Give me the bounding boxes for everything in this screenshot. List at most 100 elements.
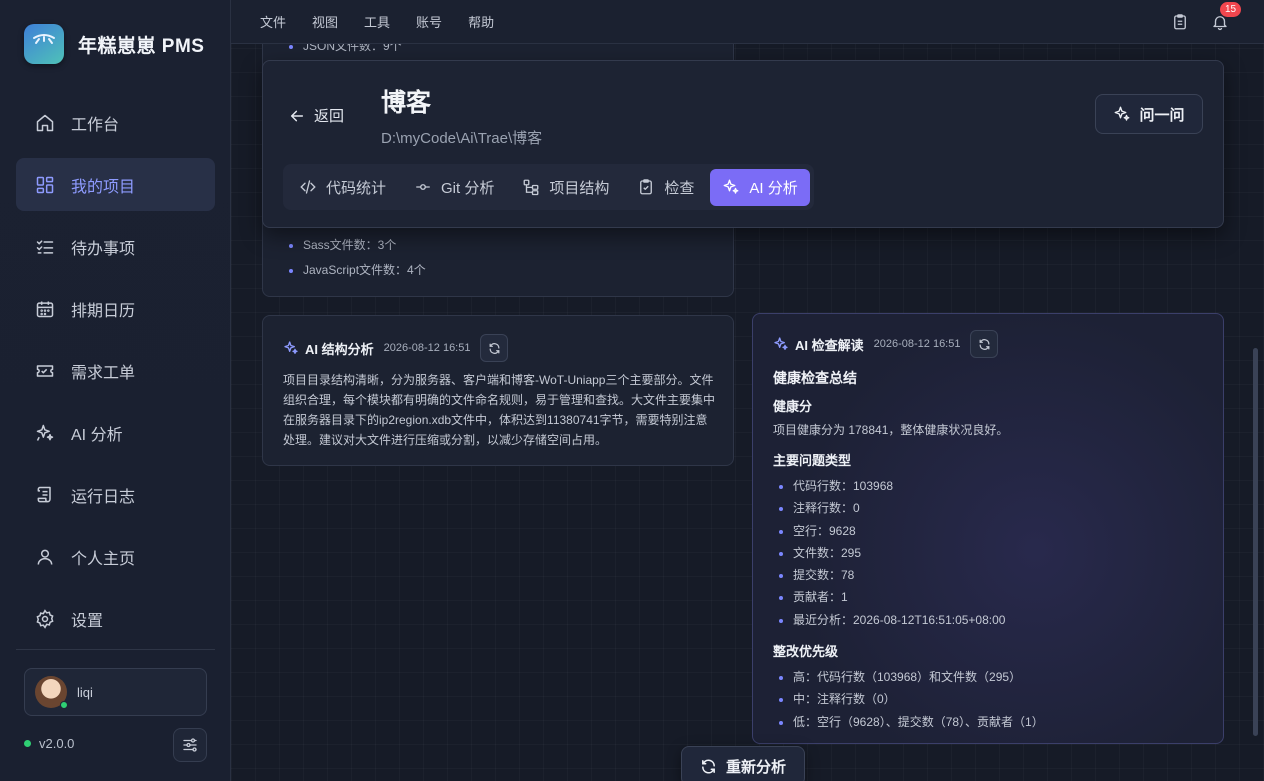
file-count-list: Sass文件数：3个 JavaScript文件数：4个 xyxy=(303,236,426,286)
sidebar-item-logs[interactable]: 运行日志 xyxy=(16,468,215,521)
reanalyze-button[interactable]: 重新分析 xyxy=(681,746,805,781)
sidebar-item-settings[interactable]: 设置 xyxy=(16,592,215,645)
scrollbar[interactable] xyxy=(1253,50,1258,775)
sparkles-icon xyxy=(723,179,739,194)
version-indicator: v2.0.0 xyxy=(24,736,74,751)
menu-view[interactable]: 视图 xyxy=(312,12,338,31)
notifications-button[interactable]: 15 xyxy=(1208,2,1242,34)
top-menu-bar: 文件 视图 工具 账号 帮助 15 xyxy=(231,0,1264,44)
sidebar-item-calendar[interactable]: 排期日历 xyxy=(16,282,215,335)
sidebar-divider xyxy=(16,649,215,650)
reanalyze-label: 重新分析 xyxy=(725,758,786,776)
refresh-button[interactable] xyxy=(480,334,509,362)
list-item: Sass文件数：3个 xyxy=(303,236,426,253)
user-icon xyxy=(35,547,55,567)
tab-code-stats[interactable]: 代码统计 xyxy=(287,169,398,206)
refresh-icon xyxy=(979,338,990,350)
tab-label: Git 分析 xyxy=(441,179,495,197)
sidebar-item-label: 需求工单 xyxy=(71,364,136,382)
clipboard-button[interactable] xyxy=(1168,10,1192,34)
sidebar-item-label: 运行日志 xyxy=(71,488,136,506)
priority-title: 整改优先级 xyxy=(773,644,839,660)
git-commit-icon xyxy=(416,184,430,190)
card-header: AI 结构分析 2026-08-12 16:51 xyxy=(283,334,509,362)
card-timestamp: 2026-08-12 16:51 xyxy=(383,342,471,354)
sidebar-item-workbench[interactable]: 工作台 xyxy=(16,96,215,149)
sidebar-item-tickets[interactable]: 需求工单 xyxy=(16,344,215,397)
sidebar-item-label: 待办事项 xyxy=(71,240,136,258)
list-item: 代码行数：103968 xyxy=(793,475,1205,497)
card-header: AI 检查解读 2026-08-12 16:51 xyxy=(773,330,999,358)
gear-icon xyxy=(35,608,55,629)
tab-ai-analysis[interactable]: AI 分析 xyxy=(710,168,810,206)
project-tabs: 代码统计 Git 分析 项目结构 检查 AI 分析 xyxy=(283,164,814,210)
ai-check-card: AI 检查解读 2026-08-12 16:51 健康检查总结 健康分 项目健康… xyxy=(752,313,1224,744)
list-item: 低：空行（9628）、提交数（78）、贡献者（1） xyxy=(793,711,1205,733)
sidebar: 年糕崽崽 PMS 工作台 我的项目 待办事项 排期日历 需求工单 AI 分析 运… xyxy=(0,0,231,781)
clipboard-icon xyxy=(1174,14,1186,30)
sidebar-item-label: 排期日历 xyxy=(71,302,136,320)
tab-project-structure[interactable]: 项目结构 xyxy=(510,169,621,206)
ask-button[interactable]: 问一问 xyxy=(1095,94,1203,134)
home-icon xyxy=(35,113,55,133)
sparkles-icon xyxy=(1115,106,1130,121)
project-header: 返回 博客 D:\myCode\Ai\Trae\博客 问一问 代码统计 Git … xyxy=(262,60,1224,228)
sidebar-item-profile[interactable]: 个人主页 xyxy=(16,530,215,583)
menu-tools[interactable]: 工具 xyxy=(364,12,390,31)
status-dot xyxy=(24,740,31,747)
analysis-text: 项目目录结构清晰，分为服务器、客户端和博客-WoT-Uniapp三个主要部分。文… xyxy=(283,373,716,447)
refresh-icon xyxy=(489,342,500,354)
preferences-button[interactable] xyxy=(173,728,207,762)
check-report: 健康检查总结 健康分 项目健康分为 178841，整体健康状况良好。 主要问题类… xyxy=(773,368,1205,743)
tab-label: 代码统计 xyxy=(326,179,387,197)
list-item: 注释行数：0 xyxy=(793,497,1205,519)
clipboard-check-icon xyxy=(640,179,653,195)
app-name: 年糕崽崽 PMS xyxy=(78,35,205,57)
ask-label: 问一问 xyxy=(1139,106,1185,124)
notification-badge: 15 xyxy=(1220,2,1242,17)
refresh-button[interactable] xyxy=(970,330,999,358)
list-item: 最近分析：2026-08-12T16:51:05+08:00 xyxy=(793,609,1205,631)
list-item: 高：代码行数（103968）和文件数（295） xyxy=(793,666,1205,688)
card-title: AI 结构分析 xyxy=(305,341,374,357)
menu-account[interactable]: 账号 xyxy=(416,12,442,31)
issues-list: 代码行数：103968 注释行数：0 空行：9628 文件数：295 提交数：7… xyxy=(773,475,1205,631)
user-card[interactable]: liqi xyxy=(24,668,207,716)
grid-icon xyxy=(35,175,55,195)
sidebar-item-label: 个人主页 xyxy=(71,550,136,568)
health-title: 健康分 xyxy=(773,399,813,414)
tab-git-analysis[interactable]: Git 分析 xyxy=(402,169,506,206)
sidebar-item-label: 设置 xyxy=(71,612,104,630)
list-item: 文件数：295 xyxy=(793,542,1205,564)
scrollbar-thumb[interactable] xyxy=(1253,348,1258,736)
user-name: liqi xyxy=(77,684,93,700)
sidebar-item-label: 我的项目 xyxy=(71,178,136,196)
app-logo-icon xyxy=(24,24,64,64)
sidebar-item-ai-analysis[interactable]: AI 分析 xyxy=(16,406,215,459)
code-icon xyxy=(300,180,316,194)
sidebar-nav: 工作台 我的项目 待办事项 排期日历 需求工单 AI 分析 运行日志 个人主页 … xyxy=(16,96,215,654)
sparkles-icon xyxy=(35,423,55,443)
project-title: 博客 xyxy=(381,89,432,117)
main-content: 文件 视图 工具 账号 帮助 15 JSON文件数：9个 Sass文件数：3个 … xyxy=(231,0,1264,781)
avatar xyxy=(35,676,68,709)
tab-check[interactable]: 检查 xyxy=(625,169,706,206)
sidebar-item-todos[interactable]: 待办事项 xyxy=(16,220,215,273)
list-item: 中：注释行数（0） xyxy=(793,688,1205,710)
list-item: JavaScript文件数：4个 xyxy=(303,261,426,278)
scroll-icon xyxy=(35,485,55,505)
version-text: v2.0.0 xyxy=(39,736,75,751)
refresh-icon xyxy=(702,758,715,774)
menu-help[interactable]: 帮助 xyxy=(468,12,494,31)
sidebar-item-my-projects[interactable]: 我的项目 xyxy=(16,158,215,211)
back-button[interactable]: 返回 xyxy=(289,105,344,126)
online-status-dot xyxy=(60,701,68,709)
brand[interactable]: 年糕崽崽 PMS xyxy=(24,24,204,64)
menu-bar: 文件 视图 工具 账号 帮助 xyxy=(260,12,520,31)
tab-label: AI 分析 xyxy=(749,179,798,197)
sidebar-item-label: AI 分析 xyxy=(71,426,123,444)
menu-file[interactable]: 文件 xyxy=(260,12,286,31)
tree-icon xyxy=(523,179,539,196)
list-item: 提交数：78 xyxy=(793,564,1205,586)
back-label: 返回 xyxy=(314,108,345,125)
